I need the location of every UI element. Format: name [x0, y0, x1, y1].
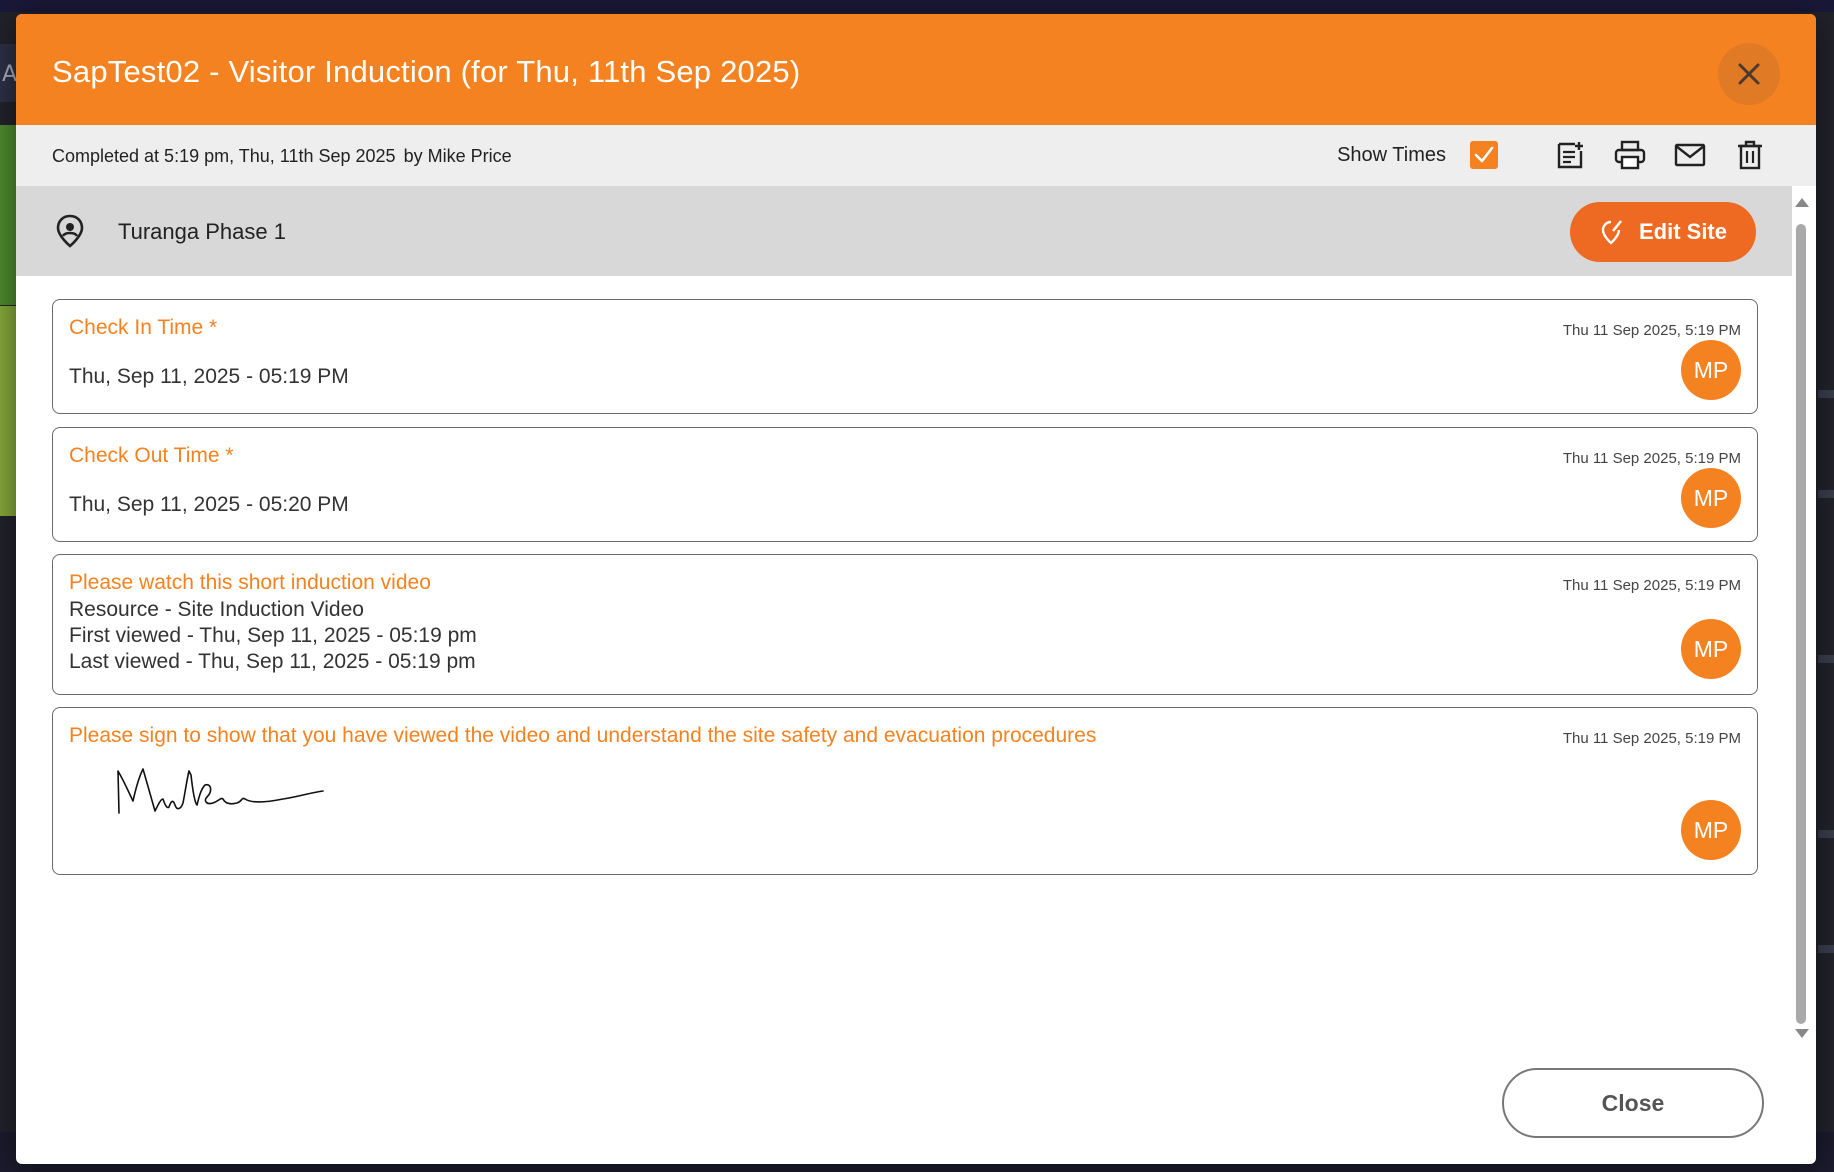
signature-card: Please sign to show that you have viewed…: [52, 707, 1758, 875]
signature-image: [117, 768, 324, 814]
avatar: MP: [1681, 468, 1741, 528]
print-button[interactable]: [1612, 137, 1648, 173]
scroll-thumb[interactable]: [1796, 224, 1806, 1024]
modal-title: SapTest02 - Visitor Induction (for Thu, …: [52, 54, 801, 89]
card-timestamp: Thu 11 Sep 2025, 5:19 PM: [1562, 730, 1741, 747]
background-topbar: [0, 0, 1834, 12]
modal-content: Turanga Phase 1 Edit Site Check In Time …: [16, 186, 1816, 1046]
background-panel-green: [0, 125, 16, 305]
add-note-icon: [1557, 142, 1583, 169]
edit-site-button[interactable]: Edit Site: [1570, 202, 1756, 262]
background-divider: [1818, 655, 1834, 663]
scroll-up-arrow-icon[interactable]: [1795, 198, 1809, 207]
card-timestamp: Thu 11 Sep 2025, 5:19 PM: [1562, 577, 1741, 594]
site-bar: Turanga Phase 1 Edit Site: [16, 186, 1792, 276]
card-label: Check Out Time *: [69, 444, 234, 467]
background-tab-letter: A: [2, 62, 18, 87]
scroll-down-arrow-icon[interactable]: [1795, 1029, 1809, 1038]
card-timestamp: Thu 11 Sep 2025, 5:19 PM: [1562, 322, 1741, 339]
card-timestamp: Thu 11 Sep 2025, 5:19 PM: [1562, 450, 1741, 467]
induction-video-card: Please watch this short induction video …: [52, 554, 1758, 695]
avatar: MP: [1681, 800, 1741, 860]
induction-modal: SapTest02 - Visitor Induction (for Thu, …: [16, 14, 1816, 1164]
check-in-card: Check In Time * Thu 11 Sep 2025, 5:19 PM…: [52, 299, 1758, 414]
close-button[interactable]: Close: [1502, 1068, 1764, 1138]
edit-location-icon: [1601, 220, 1622, 245]
print-icon: [1614, 140, 1646, 170]
background-divider: [1818, 945, 1834, 953]
card-label: Check In Time *: [69, 316, 218, 339]
location-pin-icon: [56, 214, 84, 248]
card-value: Thu, Sep 11, 2025 - 05:20 PM: [69, 493, 349, 516]
avatar: MP: [1681, 340, 1741, 400]
delete-button[interactable]: [1732, 137, 1768, 173]
site-name: Turanga Phase 1: [118, 219, 286, 244]
infobar-toolbar: Show Times: [1337, 137, 1768, 173]
avatar: MP: [1681, 619, 1741, 679]
edit-site-label: Edit Site: [1638, 219, 1727, 244]
checkmark-icon: [1474, 146, 1494, 163]
completed-by-text: by Mike Price: [403, 146, 512, 166]
background-panel-lightgreen: [0, 306, 16, 516]
card-value: Thu, Sep 11, 2025 - 05:19 PM: [69, 365, 349, 388]
completion-info: Completed at 5:19 pm, Thu, 11th Sep 2025…: [52, 146, 512, 167]
card-label: Please sign to show that you have viewed…: [69, 724, 1097, 747]
background-divider: [1818, 390, 1834, 398]
modal-header: SapTest02 - Visitor Induction (for Thu, …: [16, 14, 1816, 125]
card-label: Please watch this short induction video: [69, 571, 431, 594]
content-scrollbar[interactable]: [1792, 192, 1810, 1044]
background-divider: [1818, 490, 1834, 498]
delete-icon: [1738, 140, 1762, 170]
close-icon: [1738, 63, 1760, 85]
video-last-viewed-line: Last viewed - Thu, Sep 11, 2025 - 05:19 …: [69, 650, 476, 673]
email-icon: [1674, 143, 1706, 167]
background-tab: A: [0, 44, 18, 102]
background-divider: [1818, 830, 1834, 838]
close-modal-button[interactable]: [1718, 43, 1780, 105]
add-note-button[interactable]: [1552, 137, 1588, 173]
check-out-card: Check Out Time * Thu 11 Sep 2025, 5:19 P…: [52, 427, 1758, 542]
show-times-checkbox[interactable]: [1470, 141, 1498, 169]
completion-infobar: Completed at 5:19 pm, Thu, 11th Sep 2025…: [16, 125, 1816, 186]
show-times-label: Show Times: [1337, 143, 1446, 166]
completed-at-text: Completed at 5:19 pm, Thu, 11th Sep 2025: [52, 146, 396, 166]
email-button[interactable]: [1672, 137, 1708, 173]
